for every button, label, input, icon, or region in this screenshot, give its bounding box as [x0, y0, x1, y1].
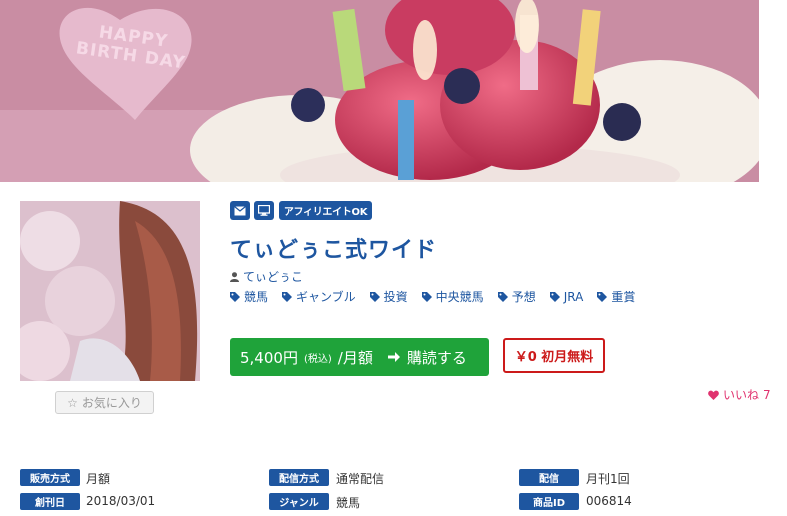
sales-method-value: 月額 [86, 472, 111, 486]
tag-icon [369, 291, 380, 302]
tag-label: 重賞 [611, 290, 636, 304]
tag-icon [282, 291, 293, 302]
favorite-button[interactable]: ☆ お気に入り [55, 391, 154, 414]
tag-item[interactable]: ギャンブル [282, 288, 356, 305]
delivery-method-value: 通常配信 [336, 472, 385, 486]
delivery-method-label: 配信方式 [269, 469, 329, 486]
tag-item[interactable]: 中央競馬 [421, 288, 484, 305]
genre-label: ジャンル [269, 493, 329, 510]
tag-item[interactable]: 競馬 [230, 288, 268, 305]
tag-icon [230, 291, 240, 302]
sales-method-label: 販売方式 [20, 469, 80, 486]
tax-note: (税込) [303, 353, 332, 365]
product-id-value: 006814 [586, 494, 632, 508]
author-name: てぃどぅこ [243, 270, 304, 284]
tag-item[interactable]: 予想 [497, 288, 536, 305]
subscribe-label: 購読する [406, 348, 467, 367]
tag-label: 予想 [511, 290, 536, 304]
author-link[interactable]: てぃどぅこ [230, 268, 303, 285]
tag-item[interactable]: 投資 [369, 288, 408, 305]
user-icon [230, 271, 239, 282]
tag-icon [497, 291, 508, 302]
star-icon: ☆ [67, 395, 78, 410]
genre-value: 競馬 [336, 496, 361, 510]
launch-date-label: 創刊日 [20, 493, 80, 510]
tag-icon [549, 291, 560, 302]
favorite-label: お気に入り [81, 396, 142, 410]
like-count: 7 [763, 387, 771, 402]
mail-icon [234, 205, 246, 215]
tag-icon [421, 291, 432, 302]
delivery-label: 配信 [519, 469, 579, 486]
mail-badge [230, 201, 250, 220]
tag-item[interactable]: 重賞 [597, 288, 635, 305]
monitor-icon [258, 205, 270, 216]
launch-date-value: 2018/03/01 [86, 494, 156, 508]
tag-item[interactable]: JRA [549, 288, 584, 305]
product-id-label: 商品ID [519, 493, 579, 510]
price-text: 5,400円 [240, 348, 298, 367]
tag-label: JRA [563, 289, 584, 304]
heart-icon [708, 390, 719, 400]
tag-label: 競馬 [244, 290, 269, 304]
affiliate-badge: アフィリエイトOK [279, 201, 372, 220]
like-button[interactable]: いいね 7 [708, 386, 771, 403]
tag-icon [597, 291, 608, 302]
subscribe-button[interactable]: 5,400円 (税込) /月額 購読する [230, 338, 489, 376]
monitor-badge [254, 201, 274, 220]
tag-label: 中央競馬 [435, 290, 484, 304]
price-period: /月額 [337, 348, 373, 367]
delivery-value: 月刊1回 [586, 472, 630, 486]
product-title[interactable]: てぃどぅこ式ワイド [230, 232, 437, 264]
first-month-free-badge: ￥0 初月無料 [503, 338, 605, 373]
product-thumbnail [20, 201, 200, 381]
like-label: いいね [723, 388, 760, 402]
tag-label: 投資 [383, 290, 408, 304]
tag-label: ギャンブル [296, 290, 356, 304]
arrow-right-icon [387, 352, 400, 362]
tag-list: 競馬 ギャンブル 投資 中央競馬 予想 JRA 重賞 [230, 288, 635, 305]
header-banner: HAPPY BIRTH DAY [0, 0, 759, 182]
